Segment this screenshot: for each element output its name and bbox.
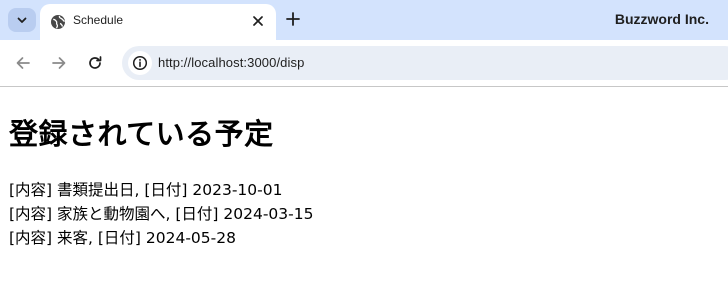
- globe-icon: [51, 15, 65, 29]
- profile-name: Buzzword Inc.: [614, 11, 709, 27]
- reload-icon: [89, 56, 102, 69]
- tab-schedule[interactable]: Schedule: [40, 4, 276, 40]
- schedule-item: [内容] 来客, [日付] 2024-05-28: [9, 229, 236, 247]
- arrow-right-icon: [52, 57, 66, 69]
- back-button[interactable]: [12, 52, 34, 74]
- forward-button[interactable]: [48, 52, 70, 74]
- close-icon: [253, 16, 263, 26]
- page-title: 登録されている予定: [9, 117, 274, 151]
- new-tab-button[interactable]: [282, 8, 304, 30]
- tab-title: Schedule: [73, 13, 124, 27]
- tab-strip: Schedule Buzzword Inc.: [0, 0, 728, 40]
- arrow-left-icon: [16, 57, 30, 69]
- reload-button[interactable]: [84, 52, 106, 74]
- address-bar-url: http://localhost:3000/disp: [158, 55, 305, 70]
- schedule-item: [内容] 家族と動物園へ, [日付] 2024-03-15: [9, 205, 314, 223]
- schedule-list: [内容] 書類提出日, [日付] 2023-10-01 [内容] 家族と動物園へ…: [9, 178, 313, 250]
- plus-icon: [286, 12, 300, 26]
- tab-search-button[interactable]: [8, 8, 36, 32]
- site-info-button[interactable]: [128, 51, 152, 75]
- address-bar[interactable]: http://localhost:3000/disp: [122, 46, 728, 80]
- schedule-item: [内容] 書類提出日, [日付] 2023-10-01: [9, 181, 283, 199]
- chevron-down-icon: [17, 17, 27, 23]
- browser-toolbar: http://localhost:3000/disp: [0, 40, 728, 86]
- info-icon: [132, 55, 148, 71]
- page-content: 登録されている予定 [内容] 書類提出日, [日付] 2023-10-01 [内…: [0, 87, 728, 300]
- tab-close-button[interactable]: [248, 11, 268, 31]
